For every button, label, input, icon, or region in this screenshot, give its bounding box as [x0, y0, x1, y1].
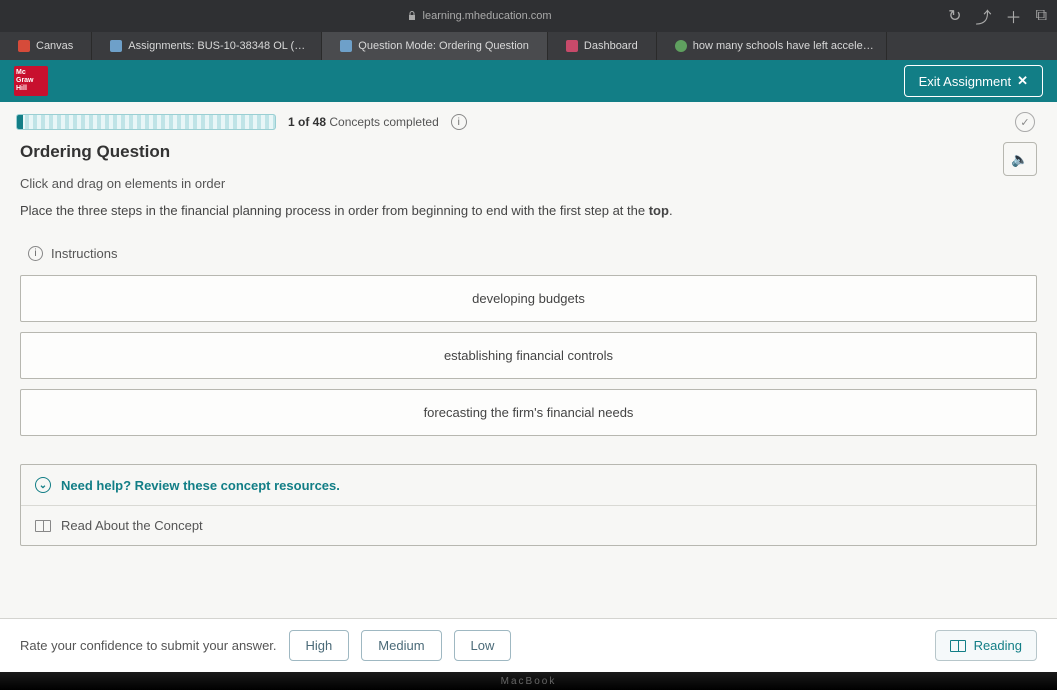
app-header: Mc Graw Hill Exit Assignment ✕	[0, 60, 1057, 102]
help-resources: ⌄ Need help? Review these concept resour…	[20, 464, 1037, 546]
refresh-icon[interactable]: ↻	[948, 6, 961, 26]
read-concept-label: Read About the Concept	[61, 518, 203, 533]
question-container: Ordering Question 🔈 Click and drag on el…	[0, 136, 1057, 562]
main-content: 1 of 48 Concepts completed i ✓ Ordering …	[0, 102, 1057, 618]
plus-icon[interactable]: ＋	[1006, 4, 1022, 28]
laptop-bezel: MacBook	[0, 672, 1057, 690]
tab-search-result[interactable]: how many schools have left accele…	[657, 32, 887, 60]
confidence-label: Rate your confidence to submit your answ…	[20, 638, 277, 653]
generic-favicon	[110, 40, 122, 52]
book-icon	[950, 640, 966, 652]
read-concept-link[interactable]: Read About the Concept	[21, 506, 1036, 545]
url-text: learning.mheducation.com	[423, 10, 552, 22]
info-icon: i	[28, 246, 43, 261]
progress-text: 1 of 48 Concepts completed	[288, 115, 439, 129]
confidence-low-button[interactable]: Low	[454, 630, 512, 661]
tab-label: Dashboard	[584, 40, 638, 52]
exit-label: Exit Assignment	[919, 74, 1012, 89]
info-icon[interactable]: i	[451, 114, 467, 130]
url-display: learning.mheducation.com	[10, 10, 948, 22]
tab-question-mode[interactable]: Question Mode: Ordering Question	[322, 32, 548, 60]
ordering-item[interactable]: developing budgets	[20, 275, 1037, 322]
ordering-list: developing budgets establishing financia…	[20, 275, 1037, 458]
browser-tabstrip: Canvas Assignments: BUS-10-38348 OL (… Q…	[0, 32, 1057, 60]
tab-canvas[interactable]: Canvas	[0, 32, 92, 60]
progress-fill	[17, 115, 23, 129]
ordering-item[interactable]: forecasting the firm's financial needs	[20, 389, 1037, 436]
tab-label: Canvas	[36, 40, 73, 52]
audio-button[interactable]: 🔈	[1003, 142, 1037, 176]
exit-assignment-button[interactable]: Exit Assignment ✕	[904, 65, 1043, 97]
instructions-label-text: Instructions	[51, 246, 117, 261]
question-prompt: Place the three steps in the financial p…	[20, 203, 1037, 218]
canvas-favicon	[18, 40, 30, 52]
browser-address-bar: learning.mheducation.com ↻ ⤴ ＋ ⧉	[0, 0, 1057, 32]
help-title: Need help? Review these concept resource…	[61, 478, 340, 493]
confidence-medium-button[interactable]: Medium	[361, 630, 441, 661]
instructions-toggle[interactable]: i Instructions	[28, 246, 1037, 261]
ordering-item[interactable]: establishing financial controls	[20, 332, 1037, 379]
speaker-icon: 🔈	[1011, 151, 1028, 168]
reading-button[interactable]: Reading	[935, 630, 1037, 661]
generic-favicon	[340, 40, 352, 52]
tab-label: Assignments: BUS-10-38348 OL (…	[128, 40, 305, 52]
search-favicon	[675, 40, 687, 52]
progress-bar	[16, 114, 276, 130]
confidence-high-button[interactable]: High	[289, 630, 350, 661]
dash-favicon	[566, 40, 578, 52]
help-header[interactable]: ⌄ Need help? Review these concept resour…	[21, 465, 1036, 506]
progress-row: 1 of 48 Concepts completed i ✓	[0, 102, 1057, 136]
tab-dashboard[interactable]: Dashboard	[548, 32, 657, 60]
share-icon[interactable]: ⤴	[976, 4, 992, 28]
tab-assignments[interactable]: Assignments: BUS-10-38348 OL (…	[92, 32, 322, 60]
lock-icon	[407, 11, 417, 21]
status-check-icon[interactable]: ✓	[1015, 112, 1035, 132]
mcgraw-hill-logo: Mc Graw Hill	[14, 66, 48, 96]
question-title: Ordering Question	[20, 142, 170, 162]
tab-label: Question Mode: Ordering Question	[358, 40, 529, 52]
book-icon	[35, 520, 51, 532]
question-subtitle: Click and drag on elements in order	[20, 176, 1037, 191]
tabs-icon[interactable]: ⧉	[1036, 7, 1047, 25]
close-icon: ✕	[1017, 73, 1028, 89]
tab-label: how many schools have left accele…	[693, 40, 874, 52]
confidence-footer: Rate your confidence to submit your answ…	[0, 618, 1057, 672]
chevron-down-icon: ⌄	[35, 477, 51, 493]
reading-label: Reading	[974, 638, 1022, 653]
